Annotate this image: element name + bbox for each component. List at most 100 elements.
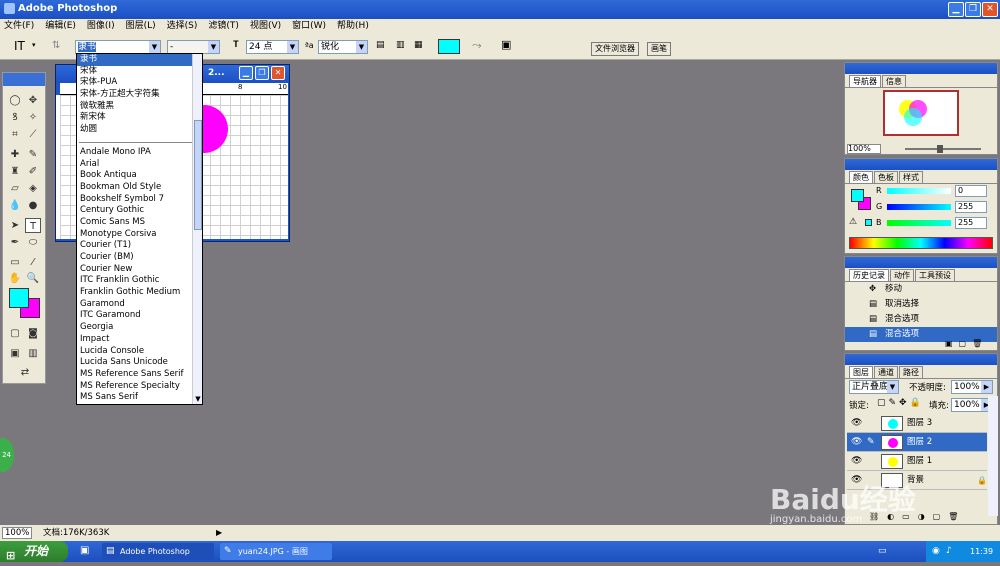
tab-color[interactable]: 颜色: [849, 171, 873, 183]
menu-window[interactable]: 窗口(W): [292, 19, 326, 34]
shape-icon[interactable]: ⬭: [25, 235, 41, 250]
history-buttons[interactable]: ▣▢🗑: [945, 339, 988, 348]
align-left-icon[interactable]: ▤: [376, 40, 387, 50]
chevron-down-icon[interactable]: ▾: [32, 41, 36, 49]
menu-edit[interactable]: 编辑(E): [45, 19, 76, 34]
stamp-icon[interactable]: ♜: [7, 164, 23, 179]
eye-icon[interactable]: 👁: [851, 433, 862, 452]
font-option[interactable]: 宋体-方正超大字符集: [77, 89, 202, 101]
volume-icon[interactable]: ♪: [946, 541, 952, 562]
font-option[interactable]: Lucida Console: [77, 346, 202, 358]
doc-minimize-button[interactable]: ▁: [239, 66, 253, 80]
color-foreground-swatch[interactable]: [851, 189, 864, 202]
font-option[interactable]: Franklin Gothic Medium: [77, 287, 202, 299]
text-color-swatch[interactable]: [438, 39, 460, 54]
menu-layer[interactable]: 图层(L): [126, 19, 156, 34]
tab-history[interactable]: 历史记录: [849, 269, 889, 281]
tab-swatches[interactable]: 色板: [874, 171, 898, 183]
layer-row-selected[interactable]: 👁 ✎ 图层 2: [847, 433, 987, 452]
menu-image[interactable]: 图像(I): [87, 19, 115, 34]
status-zoom[interactable]: 100%: [2, 527, 32, 539]
font-option[interactable]: Monotype Corsiva: [77, 229, 202, 241]
history-item[interactable]: ▤ 取消选择: [845, 297, 997, 312]
green-slider[interactable]: [887, 204, 951, 210]
pen-icon[interactable]: ✒: [7, 235, 23, 250]
lock-icons[interactable]: ▢✎✥🔒: [877, 398, 924, 408]
font-option[interactable]: MS Reference Specialty: [77, 381, 202, 393]
taskbar-item-photoshop[interactable]: ▤ Adobe Photoshop: [102, 543, 214, 560]
layer-row[interactable]: 👁 图层 1: [847, 452, 987, 471]
taskbar-item-paint[interactable]: ✎ yuan24.JPG - 画图: [220, 543, 332, 560]
red-slider[interactable]: [887, 188, 951, 194]
paint-bucket-icon[interactable]: ◈: [25, 181, 41, 196]
zoom-slider-handle[interactable]: [937, 145, 943, 153]
quick-mask-icon[interactable]: ◙: [25, 326, 41, 341]
close-button[interactable]: ✕: [982, 2, 998, 17]
opacity-field[interactable]: 100% ▶: [951, 380, 993, 394]
color-spectrum-bar[interactable]: [849, 237, 993, 249]
marquee-icon[interactable]: ◯: [7, 93, 23, 108]
eye-icon[interactable]: 👁: [851, 452, 862, 471]
menu-help[interactable]: 帮助(H): [337, 19, 369, 34]
warp-text-icon[interactable]: ⤳: [472, 38, 482, 53]
blue-slider[interactable]: [887, 220, 951, 226]
layers-scrollbar[interactable]: [988, 396, 998, 516]
eyedropper-icon[interactable]: ⁄: [25, 255, 41, 270]
tab-tool-presets[interactable]: 工具预设: [915, 269, 955, 281]
navigator-zoom-field[interactable]: 100%: [847, 144, 881, 154]
font-family-dropdown-list[interactable]: ▼ 隶书 宋体 宋体-PUA 宋体-方正超大字符集 微软雅黑 新宋体 幼圆 Andale Mo…: [76, 53, 203, 405]
font-option[interactable]: MS Reference Sans Serif: [77, 369, 202, 381]
red-value[interactable]: 0: [955, 185, 987, 197]
font-option[interactable]: Lucida Sans Unicode: [77, 357, 202, 369]
font-option[interactable]: Book Antiqua: [77, 170, 202, 182]
zoom-icon[interactable]: 🔍: [25, 271, 41, 286]
fill-field[interactable]: 100% ▶: [951, 398, 993, 412]
jump-to-imageready-icon[interactable]: ⇄: [11, 365, 39, 380]
eye-icon[interactable]: 👁: [851, 414, 862, 433]
hand-icon[interactable]: ✋: [7, 271, 23, 286]
font-option-selected[interactable]: 隶书: [77, 54, 202, 66]
brush-icon[interactable]: ✎: [25, 147, 41, 162]
crop-icon[interactable]: ⌗: [7, 127, 23, 142]
chevron-down-icon[interactable]: ▼: [193, 395, 202, 403]
standard-mode-icon[interactable]: ▢: [7, 326, 23, 341]
dodge-icon[interactable]: ●: [25, 198, 41, 213]
eraser-icon[interactable]: ▱: [7, 181, 23, 196]
blend-mode-select[interactable]: 正片叠底 ▼: [849, 380, 899, 394]
font-option[interactable]: Century Gothic: [77, 205, 202, 217]
full-screen-icon[interactable]: ▥: [25, 346, 41, 361]
font-option[interactable]: 新宋体: [77, 112, 202, 124]
tab-layers[interactable]: 图层: [849, 366, 873, 378]
font-option[interactable]: ITC Franklin Gothic: [77, 275, 202, 287]
gamut-warning-icon[interactable]: ⚠: [849, 217, 857, 227]
tab-actions[interactable]: 动作: [890, 269, 914, 281]
palettes-icon[interactable]: ▣: [501, 38, 511, 51]
menu-select[interactable]: 选择(S): [167, 19, 198, 34]
blue-value[interactable]: 255: [955, 217, 987, 229]
type-tool-icon[interactable]: T: [25, 218, 41, 233]
dropdown-scrollbar[interactable]: ▼: [192, 54, 202, 404]
menu-file[interactable]: 文件(F): [4, 19, 34, 34]
font-size-select[interactable]: 24 点 ▼: [246, 40, 299, 54]
lasso-icon[interactable]: ꝸ: [7, 110, 23, 125]
doc-maximize-button[interactable]: ❐: [255, 66, 269, 80]
tray-icon[interactable]: ▭: [878, 546, 887, 556]
align-right-icon[interactable]: ▦: [414, 40, 423, 50]
minimize-button[interactable]: ▁: [948, 2, 964, 17]
green-value[interactable]: 255: [955, 201, 987, 213]
magic-wand-icon[interactable]: ✧: [25, 110, 41, 125]
doc-close-button[interactable]: ✕: [271, 66, 285, 80]
align-center-icon[interactable]: ▥: [396, 40, 405, 50]
font-option[interactable]: Impact: [77, 334, 202, 346]
notes-icon[interactable]: ▭: [7, 255, 23, 270]
history-item[interactable]: ✥ 移动: [845, 282, 997, 297]
maximize-button[interactable]: ❐: [965, 2, 981, 17]
font-option[interactable]: 宋体: [77, 66, 202, 78]
foreground-color-swatch[interactable]: [9, 288, 29, 308]
move-icon[interactable]: ✥: [25, 93, 41, 108]
font-option[interactable]: MS Sans Serif: [77, 392, 202, 404]
tab-file-browser[interactable]: 文件浏览器: [591, 42, 639, 56]
font-option[interactable]: Garamond: [77, 299, 202, 311]
healing-brush-icon[interactable]: ✚: [7, 147, 23, 162]
layer-row[interactable]: 👁 图层 3: [847, 414, 987, 433]
